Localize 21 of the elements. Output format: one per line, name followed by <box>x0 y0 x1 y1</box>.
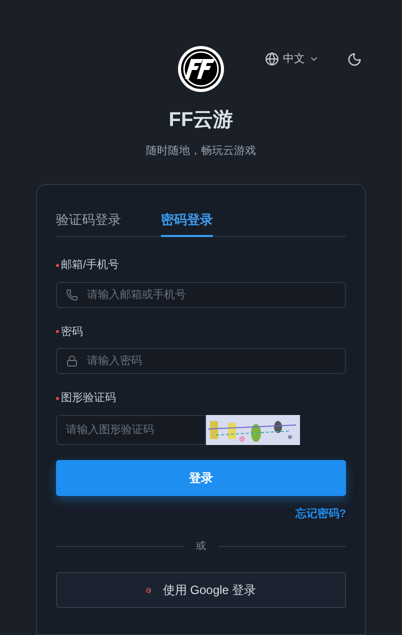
phone-icon <box>66 288 78 300</box>
google-login-button[interactable]: 使用 Google 登录 <box>56 572 346 608</box>
divider-text: 或 <box>196 540 206 554</box>
language-selector[interactable]: 中文 <box>265 51 319 68</box>
input-field[interactable]: 请输入邮箱或手机号 <box>56 282 346 308</box>
field-label: 图形验证码 <box>61 391 116 406</box>
app-title: FF云游 <box>168 108 234 133</box>
login-tab[interactable]: 验证码登录 <box>56 210 121 237</box>
google-icon <box>146 588 151 592</box>
forgot-password-link[interactable]: 忘记密码? <box>295 506 346 522</box>
field-label: 密码 <box>61 324 83 340</box>
login-button[interactable]: 登录 <box>56 460 346 496</box>
field-label: 邮箱/手机号 <box>61 258 120 273</box>
login-tab[interactable]: 密码登录 <box>161 210 213 237</box>
app-subtitle: 随时随地，畅玩云游戏 <box>146 144 256 159</box>
logo-icon <box>177 45 225 93</box>
input-field[interactable]: 请输入密码 <box>56 348 346 374</box>
globe-icon <box>265 52 279 66</box>
lock-icon <box>66 355 78 367</box>
captcha-field[interactable]: 请输入图形验证码 <box>56 414 206 444</box>
theme-toggle-icon[interactable] <box>347 52 362 67</box>
